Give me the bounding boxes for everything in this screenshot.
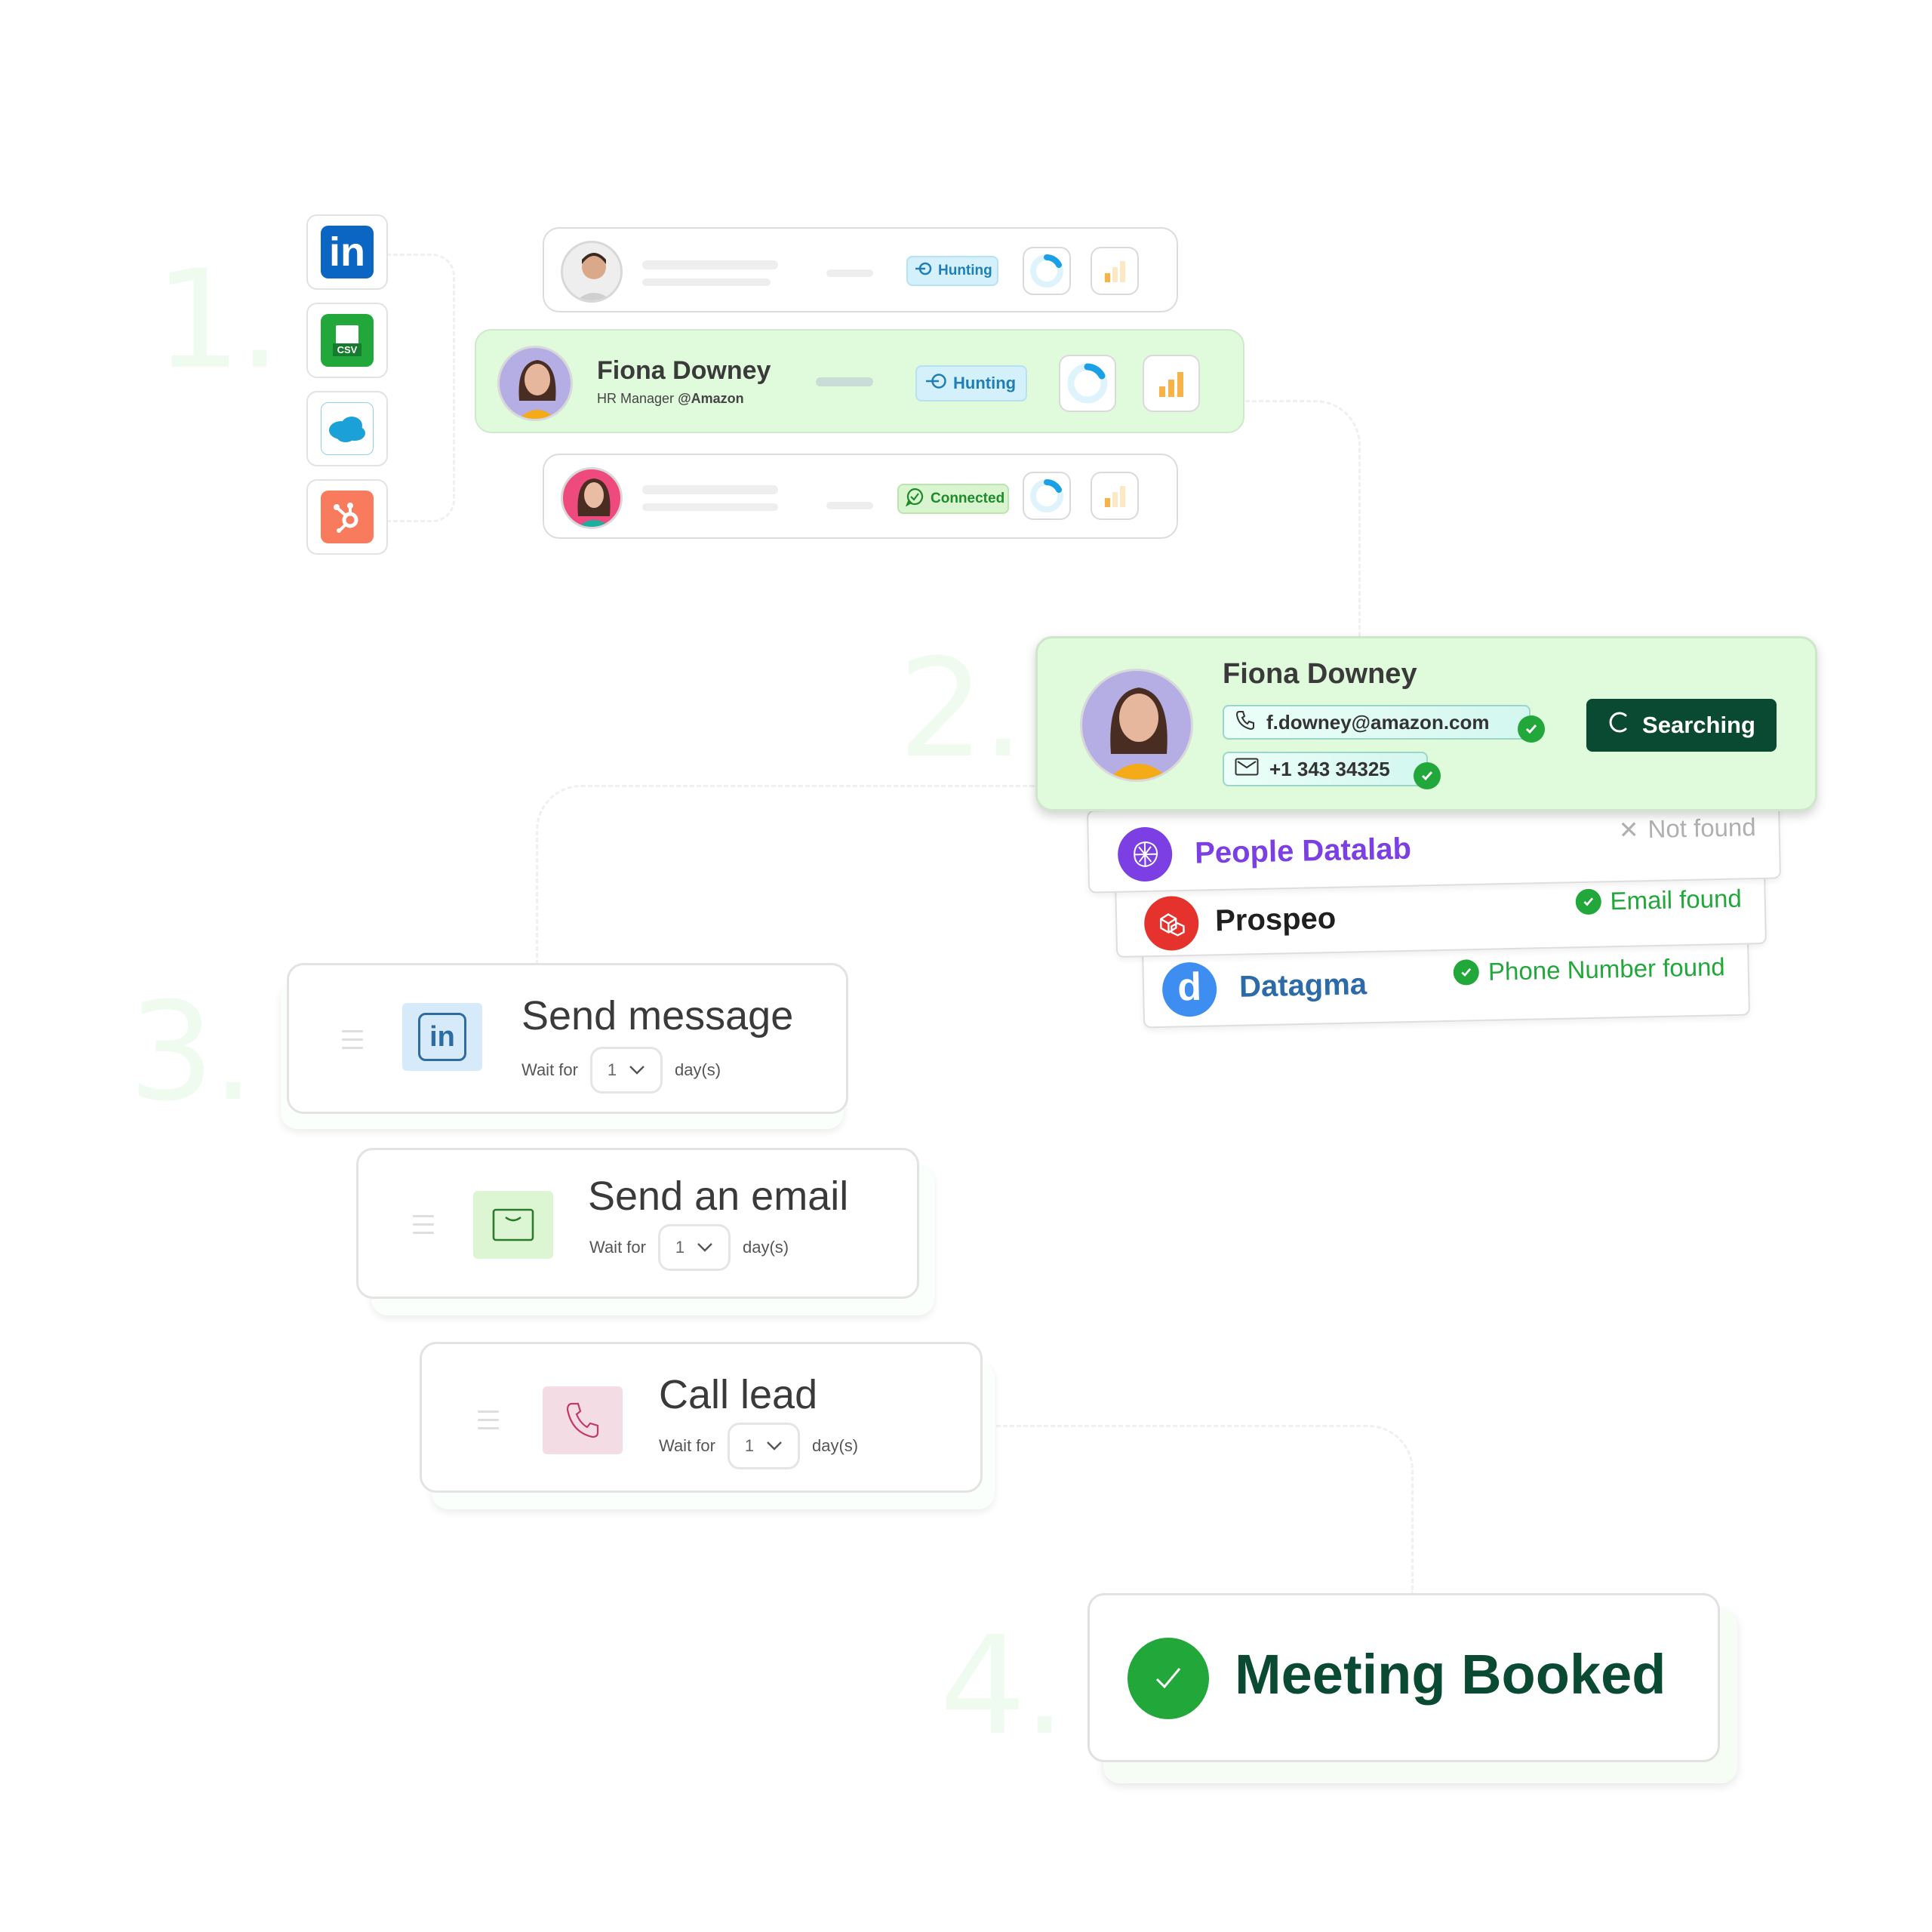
lead-row[interactable]: Connected [543,454,1178,539]
sequence-step[interactable]: Send an email Wait for 1 day(s) [356,1148,919,1299]
check-circle-icon [1414,762,1441,789]
chat-check-icon [905,487,924,511]
wait-days-select[interactable]: 1 [657,1224,731,1271]
linkedin-icon: in [321,226,374,278]
csv-file-icon: CSV [321,314,374,367]
lead-title: HR Manager @Amazon [597,391,744,406]
chevron-down-icon [697,1238,713,1257]
source-hubspot[interactable] [306,479,388,555]
connector-sources [386,254,455,522]
chevron-down-icon [629,1060,645,1080]
provider-status: Phone Number found [1453,952,1725,987]
chevron-down-icon [766,1436,783,1456]
step-number-2: 2. [898,630,1025,788]
signal-bars-icon [1091,247,1139,295]
status-badge: Connected [897,484,1009,514]
step-number-4: 4. [940,1607,1066,1765]
signal-bars-icon [1091,472,1139,520]
step-title: Send message [521,993,794,1038]
check-circle-icon [1453,959,1480,986]
wait-row: Wait for 1 day(s) [589,1224,789,1271]
searching-button[interactable]: Searching [1586,699,1777,752]
check-circle-icon [1575,888,1601,915]
phone-field[interactable]: +1 343 34325 [1223,752,1428,786]
status-badge: Hunting [906,256,998,286]
close-icon: ✕ [1618,816,1639,844]
source-csv[interactable]: CSV [306,303,388,378]
sequence-step[interactable]: in Send message Wait for 1 day(s) [287,963,848,1114]
progress-ring [1023,247,1071,295]
email-field[interactable]: f.downey@amazon.com [1223,705,1531,740]
sequence-step[interactable]: Call lead Wait for 1 day(s) [420,1342,983,1493]
hubspot-icon [321,491,374,543]
step-title: Send an email [588,1174,849,1219]
source-linkedin[interactable]: in [306,214,388,290]
mail-icon [473,1191,553,1259]
contact-name: Fiona Downey [1223,658,1417,690]
title-placeholder [642,503,778,511]
wait-row: Wait for 1 day(s) [659,1423,858,1469]
lead-name: Fiona Downey [597,356,771,385]
connector-step-3-4 [996,1425,1414,1593]
provider-name: People Datalab [1194,832,1412,870]
status-badge: Hunting [915,365,1027,401]
step-number-3: 3. [128,974,255,1131]
provider-name: Prospeo [1214,901,1337,938]
check-circle-icon [1518,715,1545,743]
target-arrow-icon [914,260,932,281]
prospeo-icon [1143,895,1199,952]
avatar [561,241,623,303]
salesforce-icon [321,402,374,455]
mail-icon [1235,758,1259,781]
enrichment-card: Fiona Downey f.downey@amazon.com +1 343 … [1035,636,1817,811]
placeholder-bar [816,377,873,386]
provider-name: Datagma [1238,968,1367,1004]
check-circle-icon [1128,1638,1209,1719]
step-number-1: 1. [155,242,281,399]
target-arrow-icon [924,371,947,395]
avatar [497,346,573,421]
wait-days-select[interactable]: 1 [727,1423,800,1469]
avatar [1080,669,1193,782]
lead-row-active[interactable]: Fiona Downey HR Manager @Amazon Hunting [475,329,1244,433]
provider-status: Email found [1575,884,1742,917]
result-label: Meeting Booked [1235,1643,1666,1706]
avatar [561,467,623,529]
drag-handle-icon[interactable] [478,1411,499,1435]
step-title: Call lead [659,1372,818,1417]
drag-handle-icon[interactable] [342,1030,363,1055]
people-datalab-icon [1117,826,1173,882]
progress-ring [1023,472,1071,520]
wait-row: Wait for 1 day(s) [521,1047,721,1094]
meeting-booked-card: Meeting Booked [1088,1593,1720,1762]
title-placeholder [642,278,771,286]
spinner-icon [1607,711,1630,740]
lead-row[interactable]: Hunting [543,227,1178,312]
progress-ring [1059,355,1116,412]
placeholder-bar [826,502,873,509]
provider-status: ✕ Not found [1618,813,1756,844]
signal-bars-icon [1143,355,1200,412]
connector-step-2-3 [536,785,1036,968]
phone-icon [543,1386,623,1454]
source-salesforce[interactable] [306,391,388,466]
placeholder-bar [826,269,873,277]
datagma-icon: d [1161,961,1217,1017]
wait-days-select[interactable]: 1 [589,1047,663,1094]
connector-step-1-2 [1245,400,1361,636]
phone-icon [1235,709,1256,736]
drag-handle-icon[interactable] [413,1215,434,1240]
name-placeholder [642,260,778,269]
name-placeholder [642,485,778,494]
linkedin-icon: in [402,1003,482,1071]
